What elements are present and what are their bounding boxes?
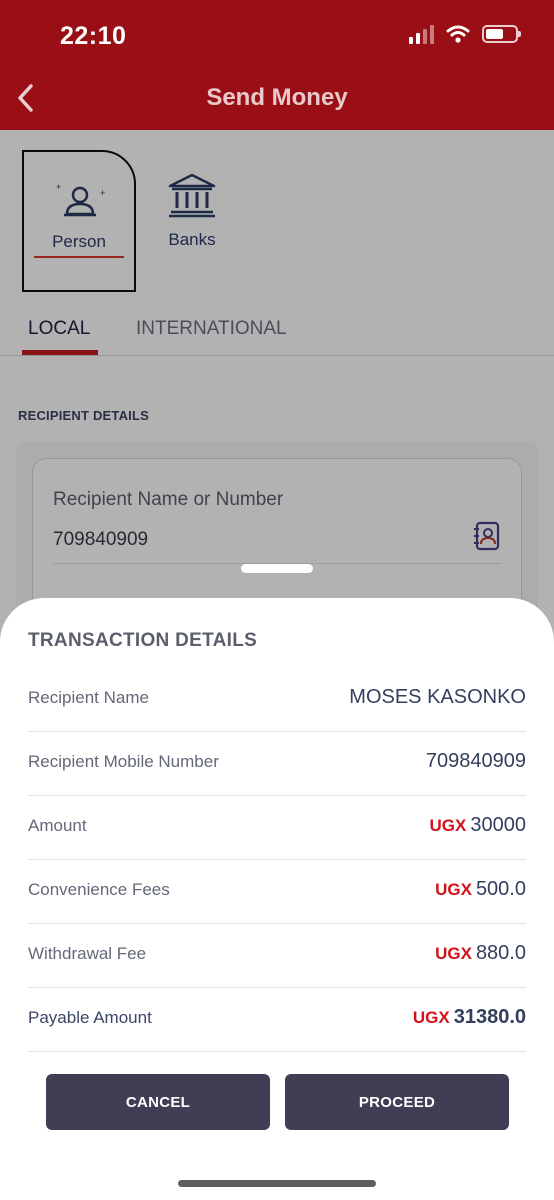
detail-key: Amount bbox=[28, 816, 87, 835]
detail-value: UGX 500.0 bbox=[435, 878, 526, 900]
detail-row: Recipient Name MOSES KASONKO bbox=[28, 668, 526, 732]
status-icons bbox=[409, 24, 521, 44]
detail-row: Recipient Mobile Number 709840909 bbox=[28, 732, 526, 796]
sheet-title: TRANSACTION DETAILS bbox=[28, 630, 258, 651]
detail-row: Withdrawal Fee UGX 880.0 bbox=[28, 924, 526, 988]
detail-key: Recipient Name bbox=[28, 688, 149, 707]
detail-row: Convenience Fees UGX 500.0 bbox=[28, 860, 526, 924]
detail-key: Convenience Fees bbox=[28, 880, 170, 899]
currency-code: UGX bbox=[412, 1008, 450, 1027]
cancel-button[interactable]: CANCEL bbox=[46, 1074, 270, 1130]
detail-value: MOSES KASONKO bbox=[349, 686, 526, 708]
detail-value: 709840909 bbox=[425, 750, 526, 772]
sheet-grabber[interactable] bbox=[241, 564, 313, 573]
detail-row: Amount UGX 30000 bbox=[28, 796, 526, 860]
currency-code: UGX bbox=[429, 816, 467, 835]
proceed-button[interactable]: PROCEED bbox=[285, 1074, 509, 1130]
status-time: 22:10 bbox=[60, 22, 127, 50]
currency-code: UGX bbox=[435, 944, 472, 963]
detail-value: UGX 30000 bbox=[429, 814, 526, 836]
detail-key: Withdrawal Fee bbox=[28, 944, 147, 963]
page-title: Send Money bbox=[206, 84, 348, 111]
detail-value: UGX 31380.0 bbox=[412, 1006, 526, 1028]
battery-icon bbox=[482, 25, 521, 43]
detail-key: Recipient Mobile Number bbox=[28, 752, 219, 771]
app-header: 22:10 Send Money bbox=[0, 0, 554, 130]
transaction-details-sheet: TRANSACTION DETAILS Recipient Name MOSES… bbox=[0, 598, 554, 1200]
home-indicator bbox=[178, 1180, 376, 1187]
cellular-signal-icon bbox=[409, 24, 434, 44]
currency-code: UGX bbox=[435, 880, 472, 899]
detail-key: Payable Amount bbox=[28, 1008, 152, 1027]
detail-value: UGX 880.0 bbox=[435, 942, 526, 964]
wifi-icon bbox=[446, 25, 470, 43]
payable-amount-row: Payable Amount UGX 31380.0 bbox=[28, 988, 526, 1052]
